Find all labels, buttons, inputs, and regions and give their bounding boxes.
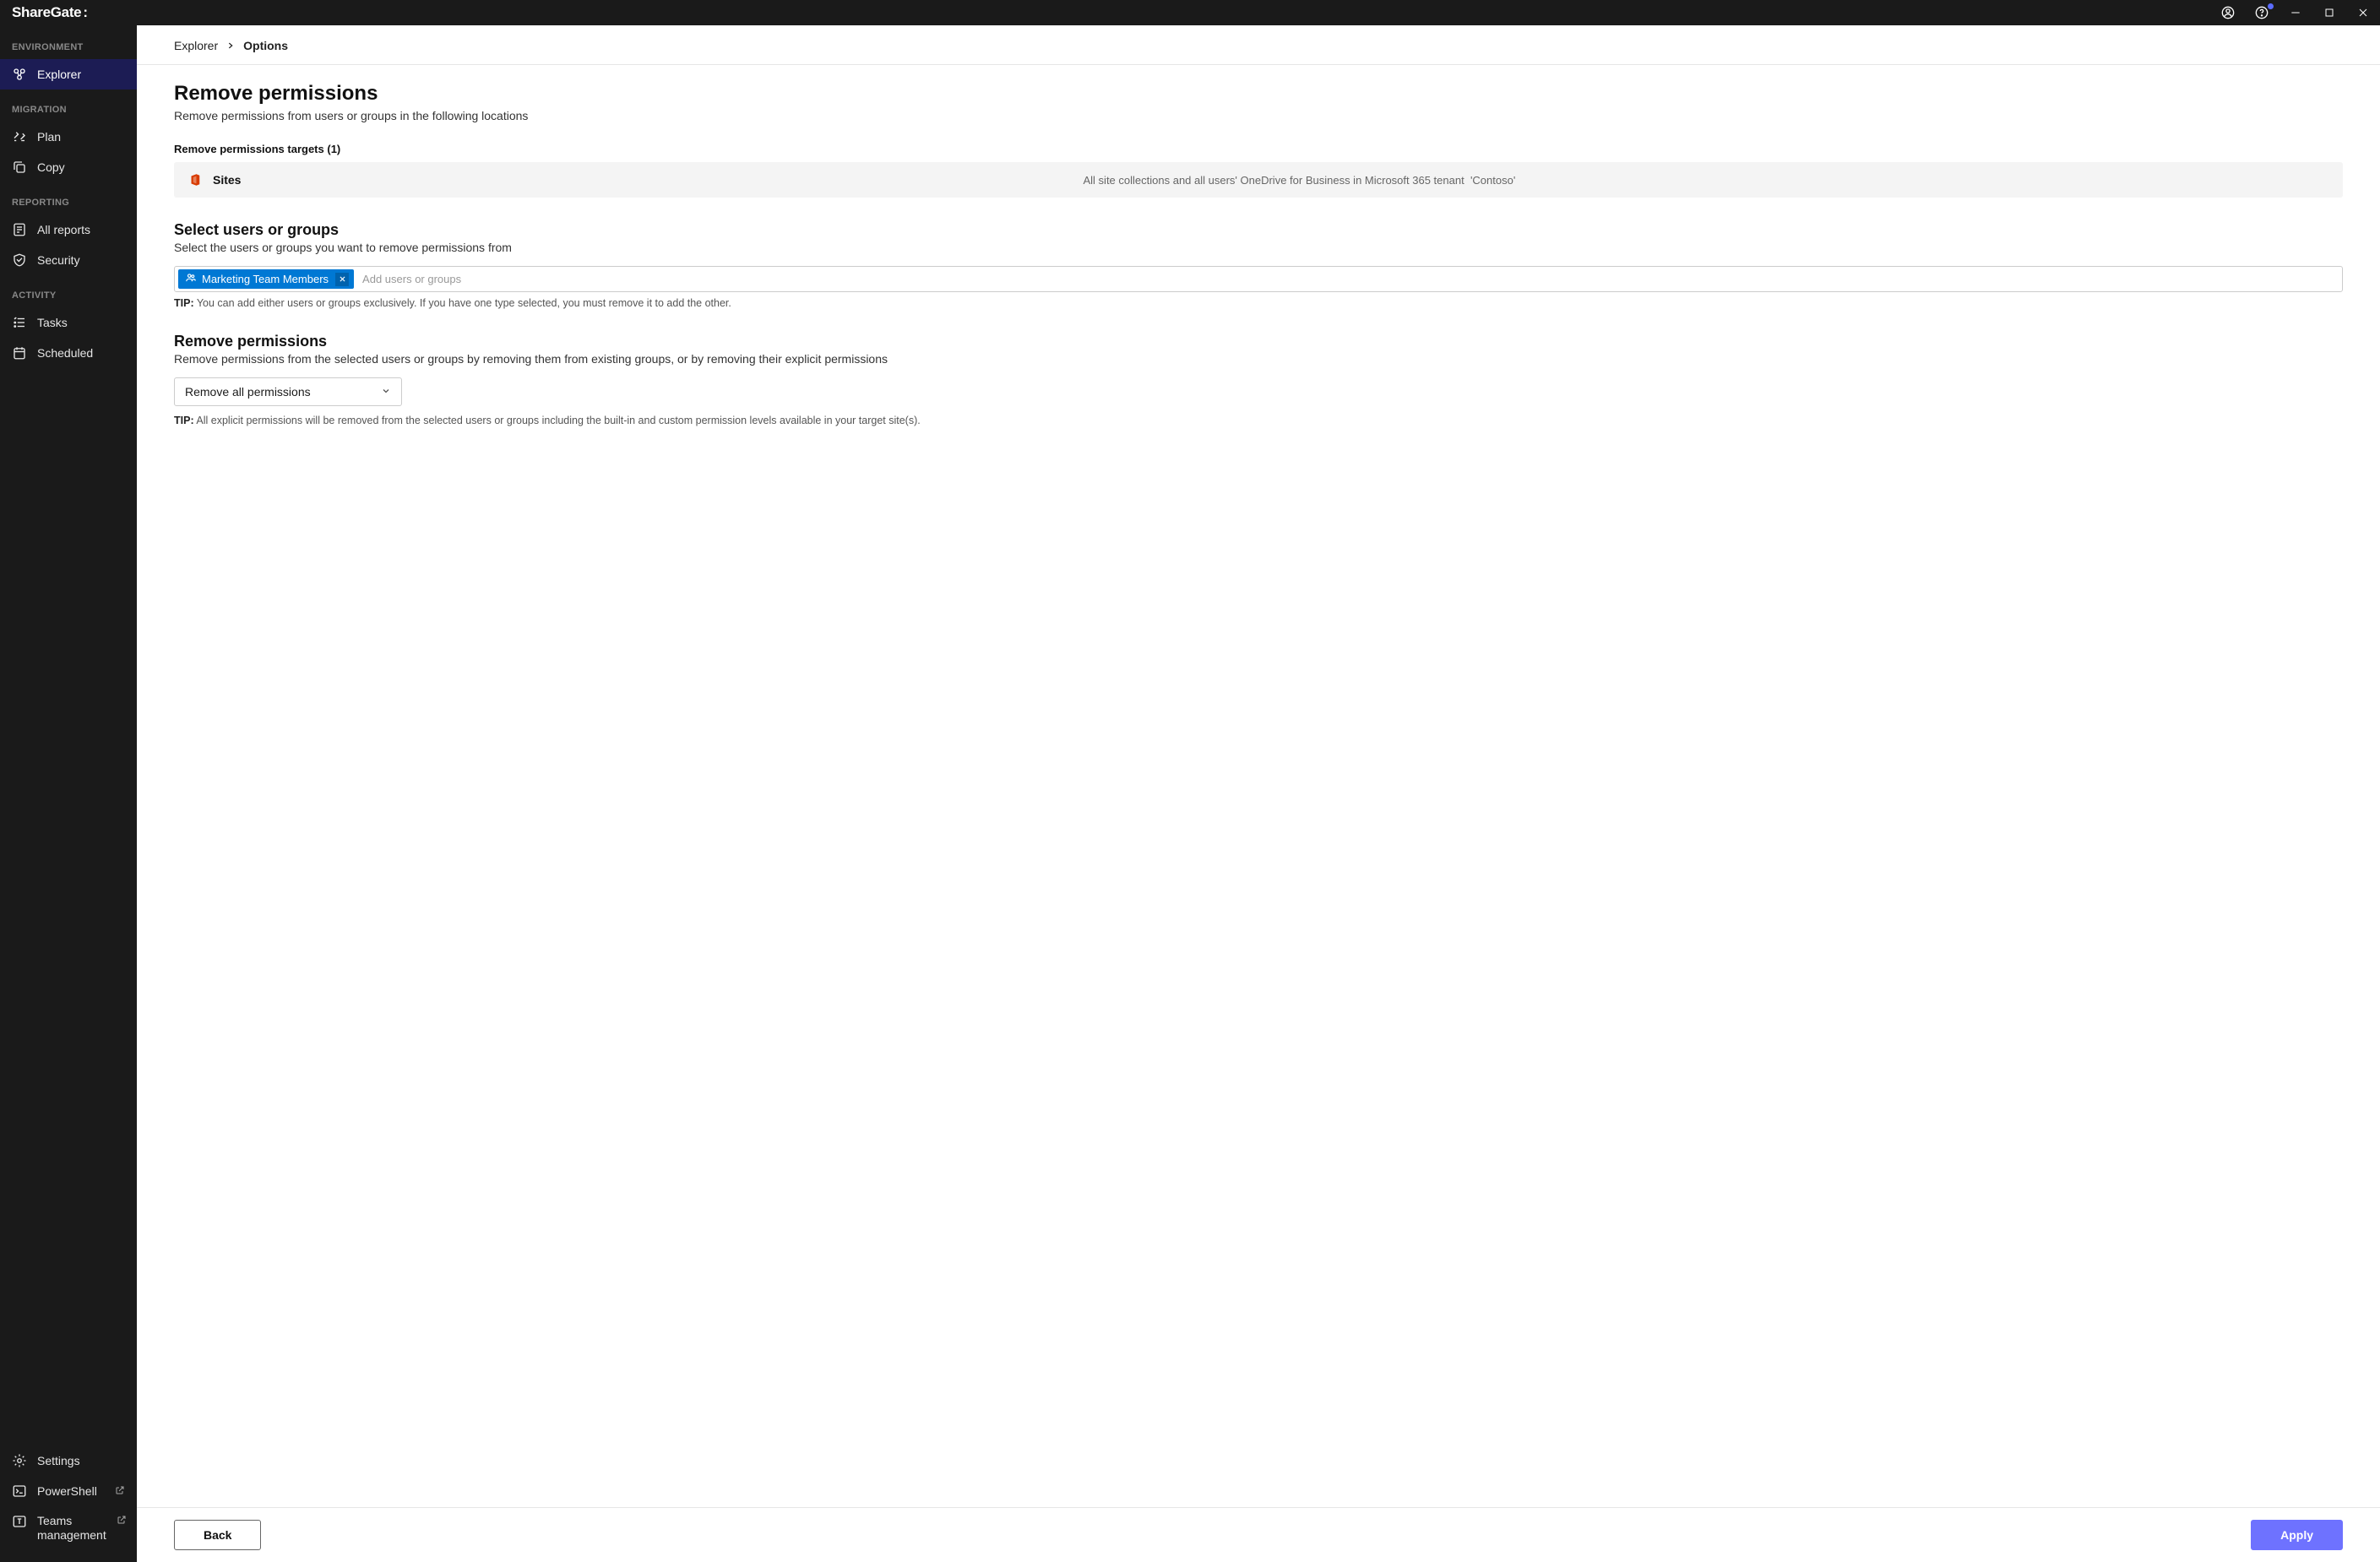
apply-button[interactable]: Apply [2251,1520,2343,1550]
users-groups-input[interactable]: Marketing Team Members [174,266,2343,292]
footer-bar: Back Apply [137,1507,2380,1562]
select-users-desc: Select the users or groups you want to r… [174,241,2343,254]
page-title: Remove permissions [174,82,2343,106]
sidebar-item-teams-management[interactable]: Teams management [0,1506,137,1550]
sidebar-item-scheduled[interactable]: Scheduled [0,338,137,368]
calendar-icon [12,345,27,361]
sidebar-item-label: Copy [37,160,65,174]
minimize-button[interactable] [2279,0,2312,25]
chip-remove-button[interactable] [335,273,349,286]
target-row: Sites All site collections and all users… [174,162,2343,198]
sidebar-item-label: Tasks [37,316,68,329]
logo-colon: : [83,4,86,21]
sidebar-item-tasks[interactable]: Tasks [0,307,137,338]
main-panel: Explorer Options Remove permissions Remo… [137,25,2380,1562]
add-users-input[interactable] [357,269,2339,289]
app-name: ShareGate [12,4,81,21]
sidebar: ENVIRONMENT Explorer MIGRATION Plan Copy [0,25,137,1562]
target-description: All site collections and all users' OneD… [1084,174,2330,187]
sidebar-item-label: Explorer [37,68,81,81]
targets-count: 1 [331,143,337,155]
group-icon [185,272,197,286]
plan-icon [12,129,27,144]
tip-label: TIP: [174,297,194,309]
app-logo: ShareGate: [12,4,86,21]
breadcrumb-parent[interactable]: Explorer [174,39,218,52]
sidebar-item-powershell[interactable]: PowerShell [0,1476,137,1506]
targets-label: Remove permissions targets (1) [174,143,2343,155]
back-button[interactable]: Back [174,1520,261,1550]
tip-text: All explicit permissions will be removed… [196,415,920,426]
targets-label-text: Remove permissions targets [174,143,324,155]
sidebar-item-label: Scheduled [37,346,93,360]
external-link-icon [115,1484,125,1498]
select-value: Remove all permissions [185,385,311,399]
target-name: Sites [213,173,241,187]
explorer-icon [12,67,27,82]
gear-icon [12,1453,27,1468]
titlebar: ShareGate: [0,0,2380,25]
sidebar-section-migration: MIGRATION [0,105,137,122]
sidebar-item-label: Security [37,253,80,267]
chevron-right-icon [226,41,235,50]
selected-group-chip: Marketing Team Members [178,269,354,289]
close-button[interactable] [2346,0,2380,25]
sidebar-item-copy[interactable]: Copy [0,152,137,182]
sidebar-item-plan[interactable]: Plan [0,122,137,152]
reports-icon [12,222,27,237]
remove-perms-tip: TIP: All explicit permissions will be re… [174,415,2343,426]
maximize-button[interactable] [2312,0,2346,25]
office-icon [187,172,203,187]
remove-mode-select[interactable]: Remove all permissions [174,377,402,406]
sidebar-item-settings[interactable]: Settings [0,1445,137,1476]
remove-perms-title: Remove permissions [174,333,2343,350]
shield-icon [12,252,27,268]
chip-label: Marketing Team Members [202,273,329,285]
sidebar-item-label: PowerShell [37,1484,97,1498]
sidebar-item-label: Settings [37,1454,80,1467]
sidebar-item-label: Teams management [37,1514,106,1543]
account-icon[interactable] [2211,0,2245,25]
users-tip: TIP: You can add either users or groups … [174,297,2343,309]
tasks-icon [12,315,27,330]
tip-text: You can add either users or groups exclu… [197,297,731,309]
breadcrumb: Explorer Options [137,25,2380,65]
external-link-icon [117,1514,127,1527]
sidebar-item-security[interactable]: Security [0,245,137,275]
notification-dot [2268,3,2274,9]
help-icon[interactable] [2245,0,2279,25]
breadcrumb-current: Options [243,39,288,52]
chevron-down-icon [381,385,391,399]
sidebar-item-all-reports[interactable]: All reports [0,214,137,245]
select-users-title: Select users or groups [174,221,2343,239]
page-subtitle: Remove permissions from users or groups … [174,109,2343,122]
sidebar-item-label: All reports [37,223,90,236]
sidebar-item-explorer[interactable]: Explorer [0,59,137,89]
remove-perms-desc: Remove permissions from the selected use… [174,352,2343,366]
sidebar-section-environment: ENVIRONMENT [0,42,137,59]
sidebar-section-reporting: REPORTING [0,198,137,214]
target-tenant: 'Contoso' [1470,174,1515,187]
copy-icon [12,160,27,175]
sidebar-item-label: Plan [37,130,61,144]
tip-label: TIP: [174,415,194,426]
terminal-icon [12,1483,27,1499]
sidebar-section-activity: ACTIVITY [0,290,137,307]
content-area: Remove permissions Remove permissions fr… [137,65,2380,1507]
teams-icon [12,1514,27,1529]
